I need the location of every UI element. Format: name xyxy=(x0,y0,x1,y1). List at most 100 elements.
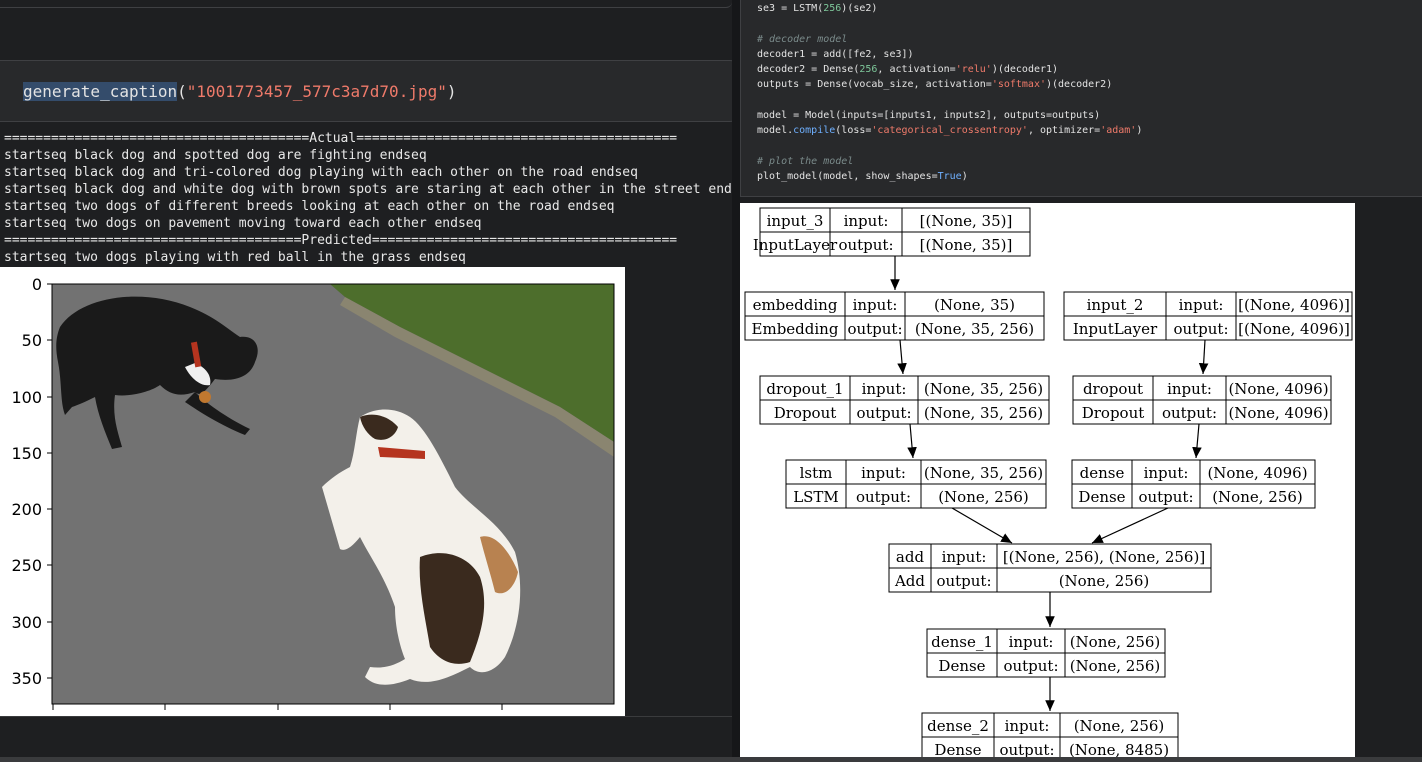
input-shape: (None, 4096) xyxy=(1228,380,1328,398)
layer-type: InputLayer xyxy=(753,236,838,254)
code-cell-source[interactable]: generate_caption("1001773457_577c3a7d70.… xyxy=(23,81,457,103)
notebook-right-pane: se3 = LSTM(256)(se2) # decoder model dec… xyxy=(740,0,1422,762)
output-shape: (None, 256) xyxy=(1070,657,1161,675)
input-label: input: xyxy=(1179,296,1224,314)
layer-name: input_2 xyxy=(1087,296,1144,314)
input-shape: (None, 256) xyxy=(1070,633,1161,651)
output-shape: (None, 35, 256) xyxy=(915,320,1034,338)
input-label: input: xyxy=(862,380,907,398)
y-axis: 0 50 100 150 200 250 300 350 xyxy=(11,275,52,688)
model-edge-4 xyxy=(1192,423,1202,459)
layer-type: Dropout xyxy=(1082,404,1145,422)
input-shape: [(None, 256), (None, 256)] xyxy=(1003,548,1205,566)
layer-type: InputLayer xyxy=(1073,320,1158,338)
input-label: input: xyxy=(942,548,987,566)
model-edge-6 xyxy=(1091,507,1169,544)
model-code-source[interactable]: se3 = LSTM(256)(se2) # decoder model dec… xyxy=(757,1,1142,185)
model-edge-2 xyxy=(1198,339,1209,375)
model-edge-3 xyxy=(907,423,917,459)
output-shape: (None, 35, 256) xyxy=(924,404,1043,422)
dog-photo xyxy=(52,284,614,704)
caption-actual-3: startseq black dog and white dog with br… xyxy=(4,182,756,197)
output-shape: [(None, 35)] xyxy=(920,236,1013,254)
caption-actual-4: startseq two dogs of different breeds lo… xyxy=(4,199,615,214)
layer-node-dense: dense Dense input: output: (None, 4096) (None… xyxy=(1071,459,1316,509)
y-tick-200: 200 xyxy=(11,500,42,519)
model-code-cell[interactable]: se3 = LSTM(256)(se2) # decoder model dec… xyxy=(740,0,1422,197)
output-label: output: xyxy=(1173,320,1228,338)
layer-name: dense_1 xyxy=(931,633,993,651)
y-tick-0: 0 xyxy=(32,275,42,294)
output-label: output: xyxy=(856,488,911,506)
input-shape: [(None, 35)] xyxy=(920,212,1013,230)
output-label: output: xyxy=(1162,404,1217,422)
output-label: output: xyxy=(1003,657,1058,675)
model-plot-svg: input_3 InputLayer input: output: [(None, 35… xyxy=(744,207,1353,762)
caption-predicted: startseq two dogs playing with red ball … xyxy=(4,250,466,265)
y-tick-350: 350 xyxy=(11,669,42,688)
layer-name: dense_2 xyxy=(927,717,989,735)
model-architecture-plot: input_3 InputLayer input: output: [(None, 35… xyxy=(740,203,1355,762)
y-tick-300: 300 xyxy=(11,613,42,632)
output-shape: (None, 256) xyxy=(1059,572,1150,590)
dog-tag xyxy=(199,391,211,403)
layer-name: add xyxy=(896,548,925,566)
layer-node-embedding: embedding Embedding input: output: (None, 35… xyxy=(744,291,1045,341)
layer-node-dropout_1: dropout_1 Dropout input: output: (None, 35, … xyxy=(759,375,1050,425)
layer-type: Dense xyxy=(938,657,985,675)
output-label: output: xyxy=(838,236,893,254)
pane-divider[interactable] xyxy=(732,0,740,762)
layer-node-add: add Add input: output: [(None, 256), (None, … xyxy=(888,543,1212,593)
output-bottom-separator xyxy=(0,716,732,717)
output-label: output: xyxy=(1138,488,1193,506)
caption-actual-2: startseq black dog and tri-colored dog p… xyxy=(4,165,638,180)
output-label: output: xyxy=(936,572,991,590)
cell-output-text: =======================================A… xyxy=(4,130,755,266)
layer-name: input_3 xyxy=(767,212,824,230)
layer-name: dropout xyxy=(1083,380,1143,398)
input-shape: [(None, 4096)] xyxy=(1238,296,1350,314)
notebook-left-pane: generate_caption("1001773457_577c3a7d70.… xyxy=(0,0,755,762)
code-cell[interactable]: generate_caption("1001773457_577c3a7d70.… xyxy=(0,60,738,122)
layer-name: lstm xyxy=(800,464,833,482)
layer-node-lstm: lstm LSTM input: output: (None, 35, 256) (Non… xyxy=(785,459,1047,509)
input-label: input: xyxy=(861,464,906,482)
y-tick-150: 150 xyxy=(11,444,42,463)
output-label: output: xyxy=(856,404,911,422)
output-shape: (None, 256) xyxy=(938,488,1029,506)
comment-plot-model: # plot the model xyxy=(757,155,854,167)
input-label: input: xyxy=(1005,717,1050,735)
x-axis-ticks xyxy=(52,704,503,710)
layer-type: Add xyxy=(894,572,925,590)
caption-actual-1: startseq black dog and spotted dog are f… xyxy=(4,148,427,163)
input-label: input: xyxy=(844,212,889,230)
layer-node-dropout: dropout Dropout input: output: (None, 4096) (… xyxy=(1072,375,1332,425)
input-label: input: xyxy=(1009,633,1054,651)
actual-separator: =======================================A… xyxy=(4,131,678,146)
y-tick-50: 50 xyxy=(22,331,42,350)
input-label: input: xyxy=(1167,380,1212,398)
layer-node-input_3: input_3 InputLayer input: output: [(None, 35… xyxy=(753,207,1031,257)
image-figure-svg: 0 50 100 150 200 250 300 350 xyxy=(11,275,615,710)
layer-type: LSTM xyxy=(793,488,839,506)
caption-actual-5: startseq two dogs on pavement moving tow… xyxy=(4,216,482,231)
layer-name: dropout_1 xyxy=(766,380,843,398)
model-nodes: input_3 InputLayer input: output: [(None, 35… xyxy=(744,207,1353,762)
image-figure: 0 50 100 150 200 250 300 350 xyxy=(0,267,625,716)
input-label: input: xyxy=(853,296,898,314)
comment-decoder-model: # decoder model xyxy=(757,33,848,45)
model-edge-1 xyxy=(897,339,907,375)
output-label: output: xyxy=(847,320,902,338)
output-shape: [(None, 4096)] xyxy=(1238,320,1350,338)
y-tick-100: 100 xyxy=(11,388,42,407)
input-shape: (None, 4096) xyxy=(1207,464,1307,482)
layer-name: dense xyxy=(1080,464,1125,482)
layer-node-dense_2: dense_2Denseinput:output:(None, 256)(Non… xyxy=(921,712,1179,762)
input-shape: (None, 256) xyxy=(1074,717,1165,735)
bottom-status-bar xyxy=(0,757,1422,762)
layer-name: embedding xyxy=(753,296,838,314)
layer-type: Dense xyxy=(1078,488,1125,506)
image-filename-string: "1001773457_577c3a7d70.jpg" xyxy=(186,82,447,101)
input-shape: (None, 35, 256) xyxy=(924,380,1043,398)
layer-type: Dropout xyxy=(774,404,837,422)
